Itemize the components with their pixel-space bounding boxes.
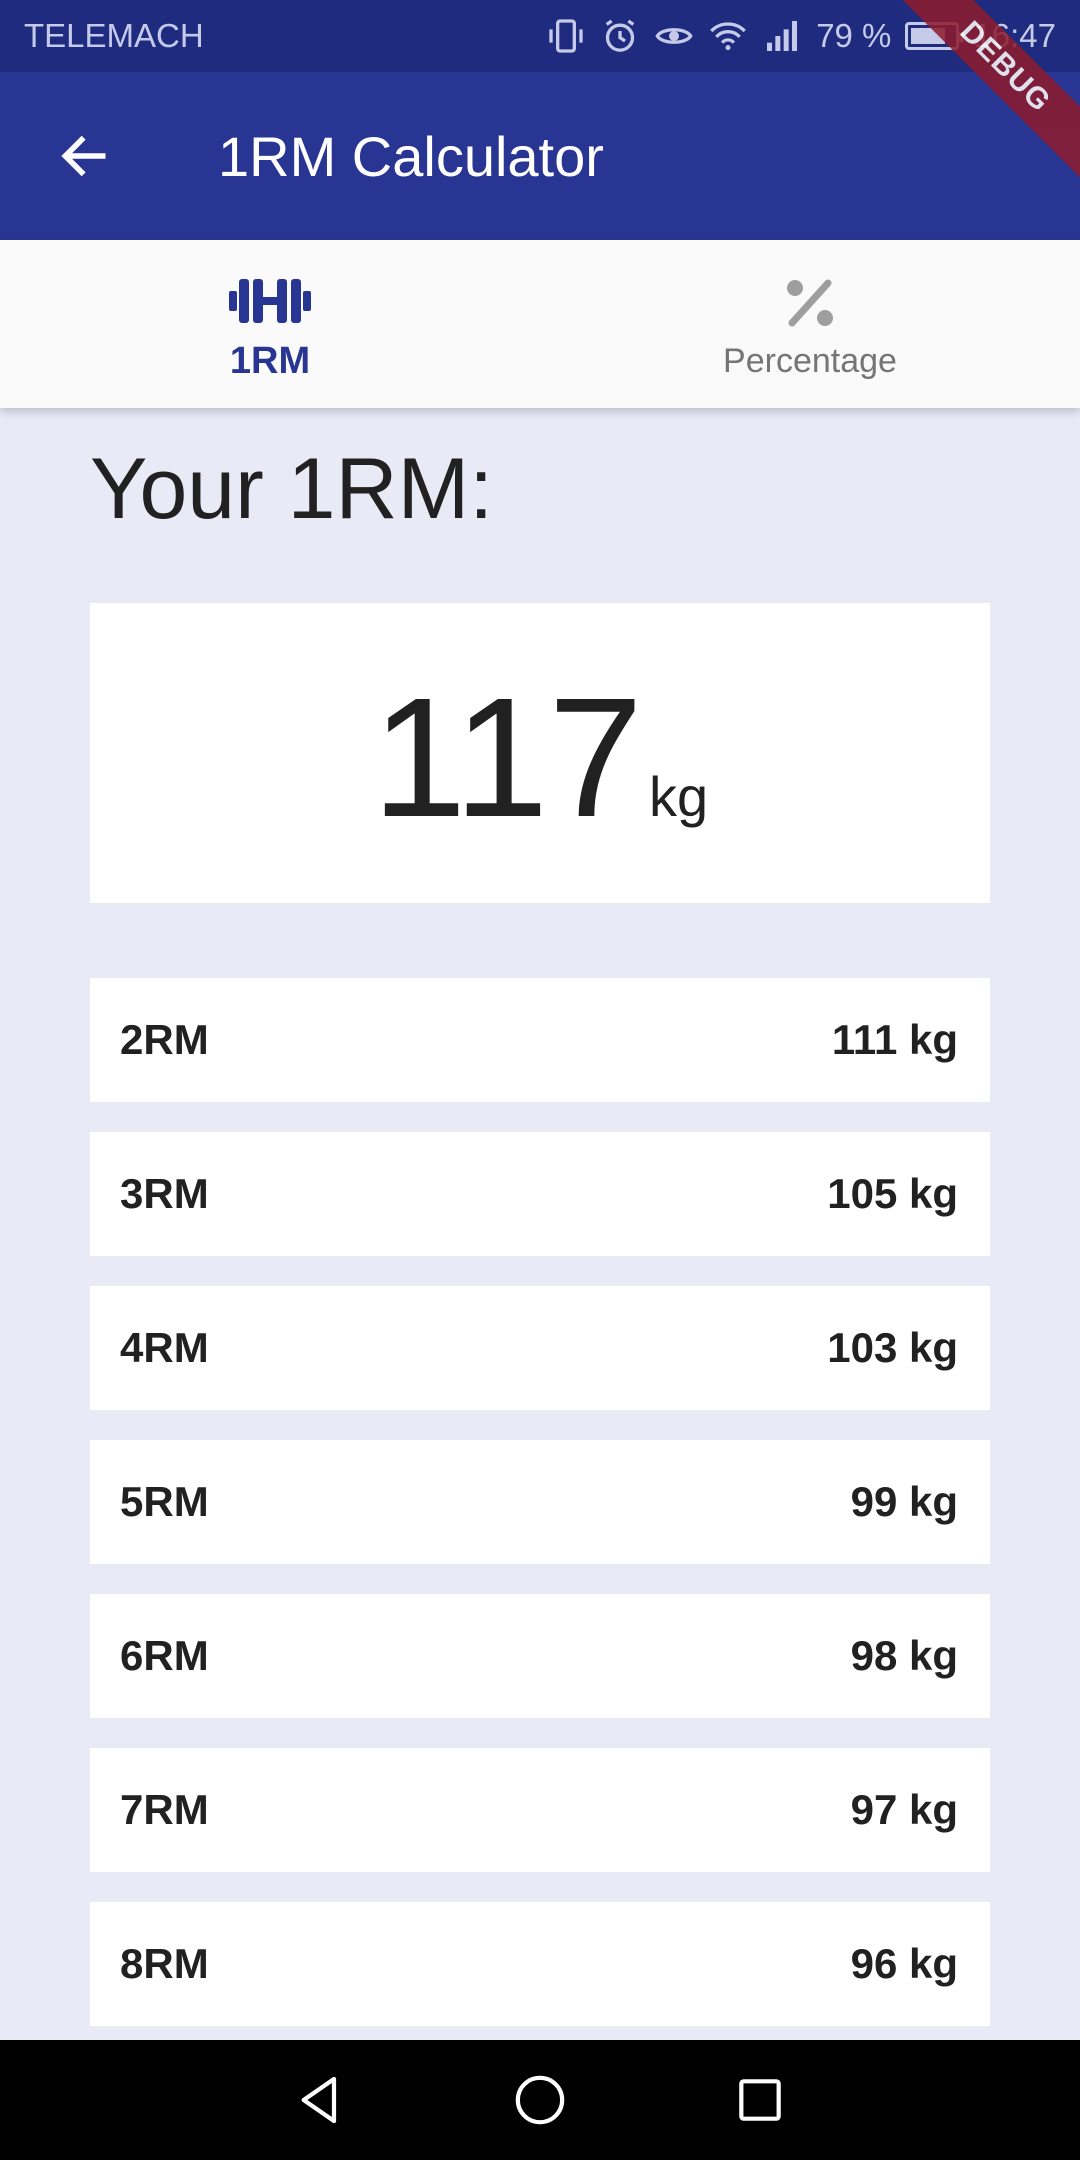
signal-icon	[762, 16, 802, 56]
one-rep-max-value: 117	[371, 663, 643, 853]
rep-label: 6RM	[120, 1632, 209, 1679]
rep-value: 105 kg	[827, 1170, 958, 1217]
wifi-icon	[708, 16, 748, 56]
tab-percentage[interactable]: Percentage	[540, 240, 1080, 408]
alarm-icon	[600, 16, 640, 56]
rep-label: 8RM	[120, 1940, 209, 1987]
triangle-back-icon	[301, 2076, 337, 2124]
circle-home-icon	[515, 2075, 565, 2125]
one-rep-max-unit: kg	[648, 765, 709, 828]
eye-comfort-icon	[654, 16, 694, 56]
square-recents-icon	[739, 2079, 781, 2121]
nav-recents-button[interactable]	[725, 2065, 795, 2135]
screen: TELEMACH 79 % 16:47 1RM Calculator DEBUG…	[0, 0, 1080, 2160]
rep-max-list: 2RM 111 kg 3RM 105 kg 4RM 103 kg 5RM 99 …	[90, 978, 990, 2056]
result-card: 117 kg	[90, 603, 990, 903]
back-button[interactable]	[0, 72, 168, 240]
page-title: 1RM Calculator	[218, 124, 604, 188]
percent-icon	[765, 268, 855, 338]
list-item: 4RM 103 kg	[90, 1286, 990, 1410]
rep-value: 103 kg	[827, 1324, 958, 1371]
list-item: 8RM 96 kg	[90, 1902, 990, 2026]
rep-value: 97 kg	[850, 1786, 958, 1833]
list-item: 6RM 98 kg	[90, 1594, 990, 1718]
tab-1rm[interactable]: 1RM	[0, 240, 540, 408]
tab-percentage-label: Percentage	[723, 341, 897, 380]
nav-home-button[interactable]	[505, 2065, 575, 2135]
battery-percent: 79 %	[816, 17, 892, 54]
rep-label: 2RM	[120, 1016, 209, 1063]
result-heading: Your 1RM:	[90, 441, 494, 537]
list-item: 3RM 105 kg	[90, 1132, 990, 1256]
barbell-icon	[225, 266, 315, 336]
list-item: 2RM 111 kg	[90, 978, 990, 1102]
rep-value: 111 kg	[831, 1016, 958, 1063]
rep-value: 98 kg	[850, 1632, 958, 1679]
arrow-back-icon	[61, 135, 106, 177]
rep-label: 3RM	[120, 1170, 209, 1217]
vibrate-icon	[546, 16, 586, 56]
system-nav-bar	[0, 2040, 1080, 2160]
tab-1rm-label: 1RM	[229, 339, 311, 382]
carrier-name: TELEMACH	[24, 17, 204, 54]
rep-label: 5RM	[120, 1478, 209, 1525]
rep-value: 99 kg	[850, 1478, 958, 1525]
list-item: 5RM 99 kg	[90, 1440, 990, 1564]
rep-label: 4RM	[120, 1324, 209, 1371]
nav-back-button[interactable]	[285, 2065, 355, 2135]
app-bar: 1RM Calculator	[0, 72, 1080, 240]
tab-bar: 1RM Percentage	[0, 240, 1080, 408]
rep-value: 96 kg	[850, 1940, 958, 1987]
list-item: 7RM 97 kg	[90, 1748, 990, 1872]
rep-label: 7RM	[120, 1786, 209, 1833]
